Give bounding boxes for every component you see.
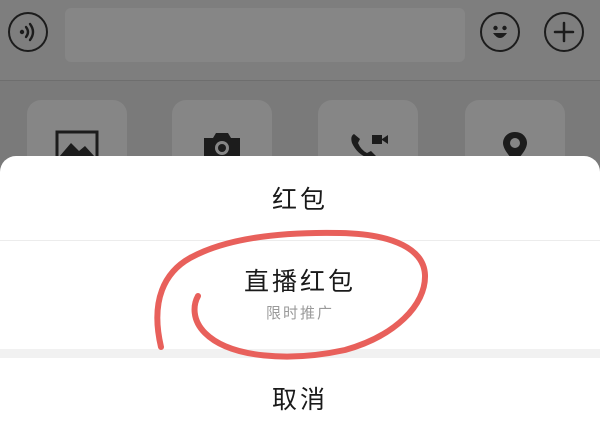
- cancel-label: 取消: [271, 385, 328, 414]
- option-live-red-packet-label: 直播红包: [243, 266, 356, 296]
- emoji-icon: [493, 25, 507, 38]
- cancel-button[interactable]: 取消: [0, 358, 600, 438]
- option-live-red-packet-sublabel: 限时推广: [265, 303, 334, 322]
- chat-input-bar: [0, 0, 600, 81]
- add-button[interactable]: [544, 12, 584, 52]
- sheet-separator: [0, 349, 600, 358]
- emoji-button[interactable]: [480, 12, 520, 52]
- option-red-packet-label: 红包: [271, 185, 328, 214]
- voice-icon: [19, 22, 35, 42]
- option-red-packet[interactable]: 红包: [0, 156, 600, 241]
- voice-button[interactable]: [8, 12, 48, 52]
- action-sheet: 红包 直播红包 限时推广 取消: [0, 156, 600, 438]
- plus-icon: [553, 21, 575, 43]
- option-live-red-packet[interactable]: 直播红包 限时推广: [0, 241, 600, 349]
- message-input[interactable]: [65, 8, 465, 62]
